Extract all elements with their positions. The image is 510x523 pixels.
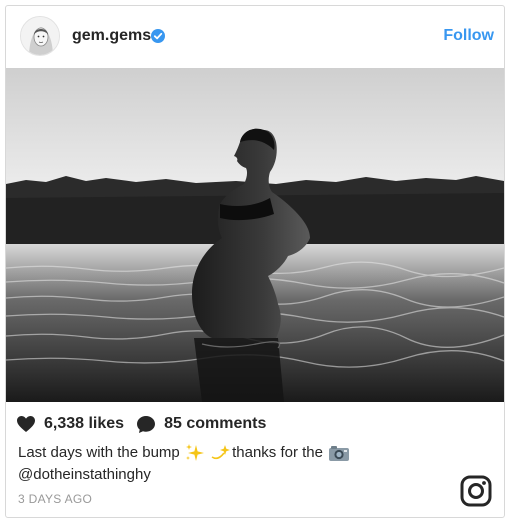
post-caption: Last days with the bump thanks for the @…: [18, 442, 488, 486]
comment-bubble-icon: [137, 415, 156, 433]
avatar-portrait-icon: [21, 17, 59, 55]
username[interactable]: gem.gems: [72, 27, 151, 45]
camera-emoji: [329, 446, 350, 462]
post-timestamp: 3 DAYS AGO: [18, 492, 93, 506]
comments-stat[interactable]: 85 comments: [136, 415, 266, 434]
avatar[interactable]: [20, 16, 60, 56]
likes-stat[interactable]: 6,338 likes: [16, 415, 124, 433]
sparkles-emoji: [185, 444, 204, 462]
heart-icon: [17, 416, 35, 432]
verified-badge-icon: [151, 29, 165, 43]
caption-mention-link[interactable]: @dotheinstathinghy: [18, 466, 151, 483]
follow-button[interactable]: Follow: [443, 27, 494, 45]
post-header: gem.gems Follow: [6, 6, 504, 68]
likes-count: 6,338 likes: [44, 415, 125, 432]
instagram-icon[interactable]: [460, 475, 492, 507]
instagram-embed-card: gem.gems Follow 6,338 likes 85 comments …: [5, 5, 505, 518]
caption-text-part1: Last days with the bump: [18, 444, 180, 461]
dizzy-star-emoji: [211, 445, 231, 460]
photo-image: [6, 68, 504, 402]
caption-text-part2: thanks for the: [232, 444, 323, 461]
post-stats: 6,338 likes 85 comments: [16, 412, 266, 436]
comments-count: 85 comments: [164, 415, 267, 432]
post-photo[interactable]: [6, 68, 504, 402]
